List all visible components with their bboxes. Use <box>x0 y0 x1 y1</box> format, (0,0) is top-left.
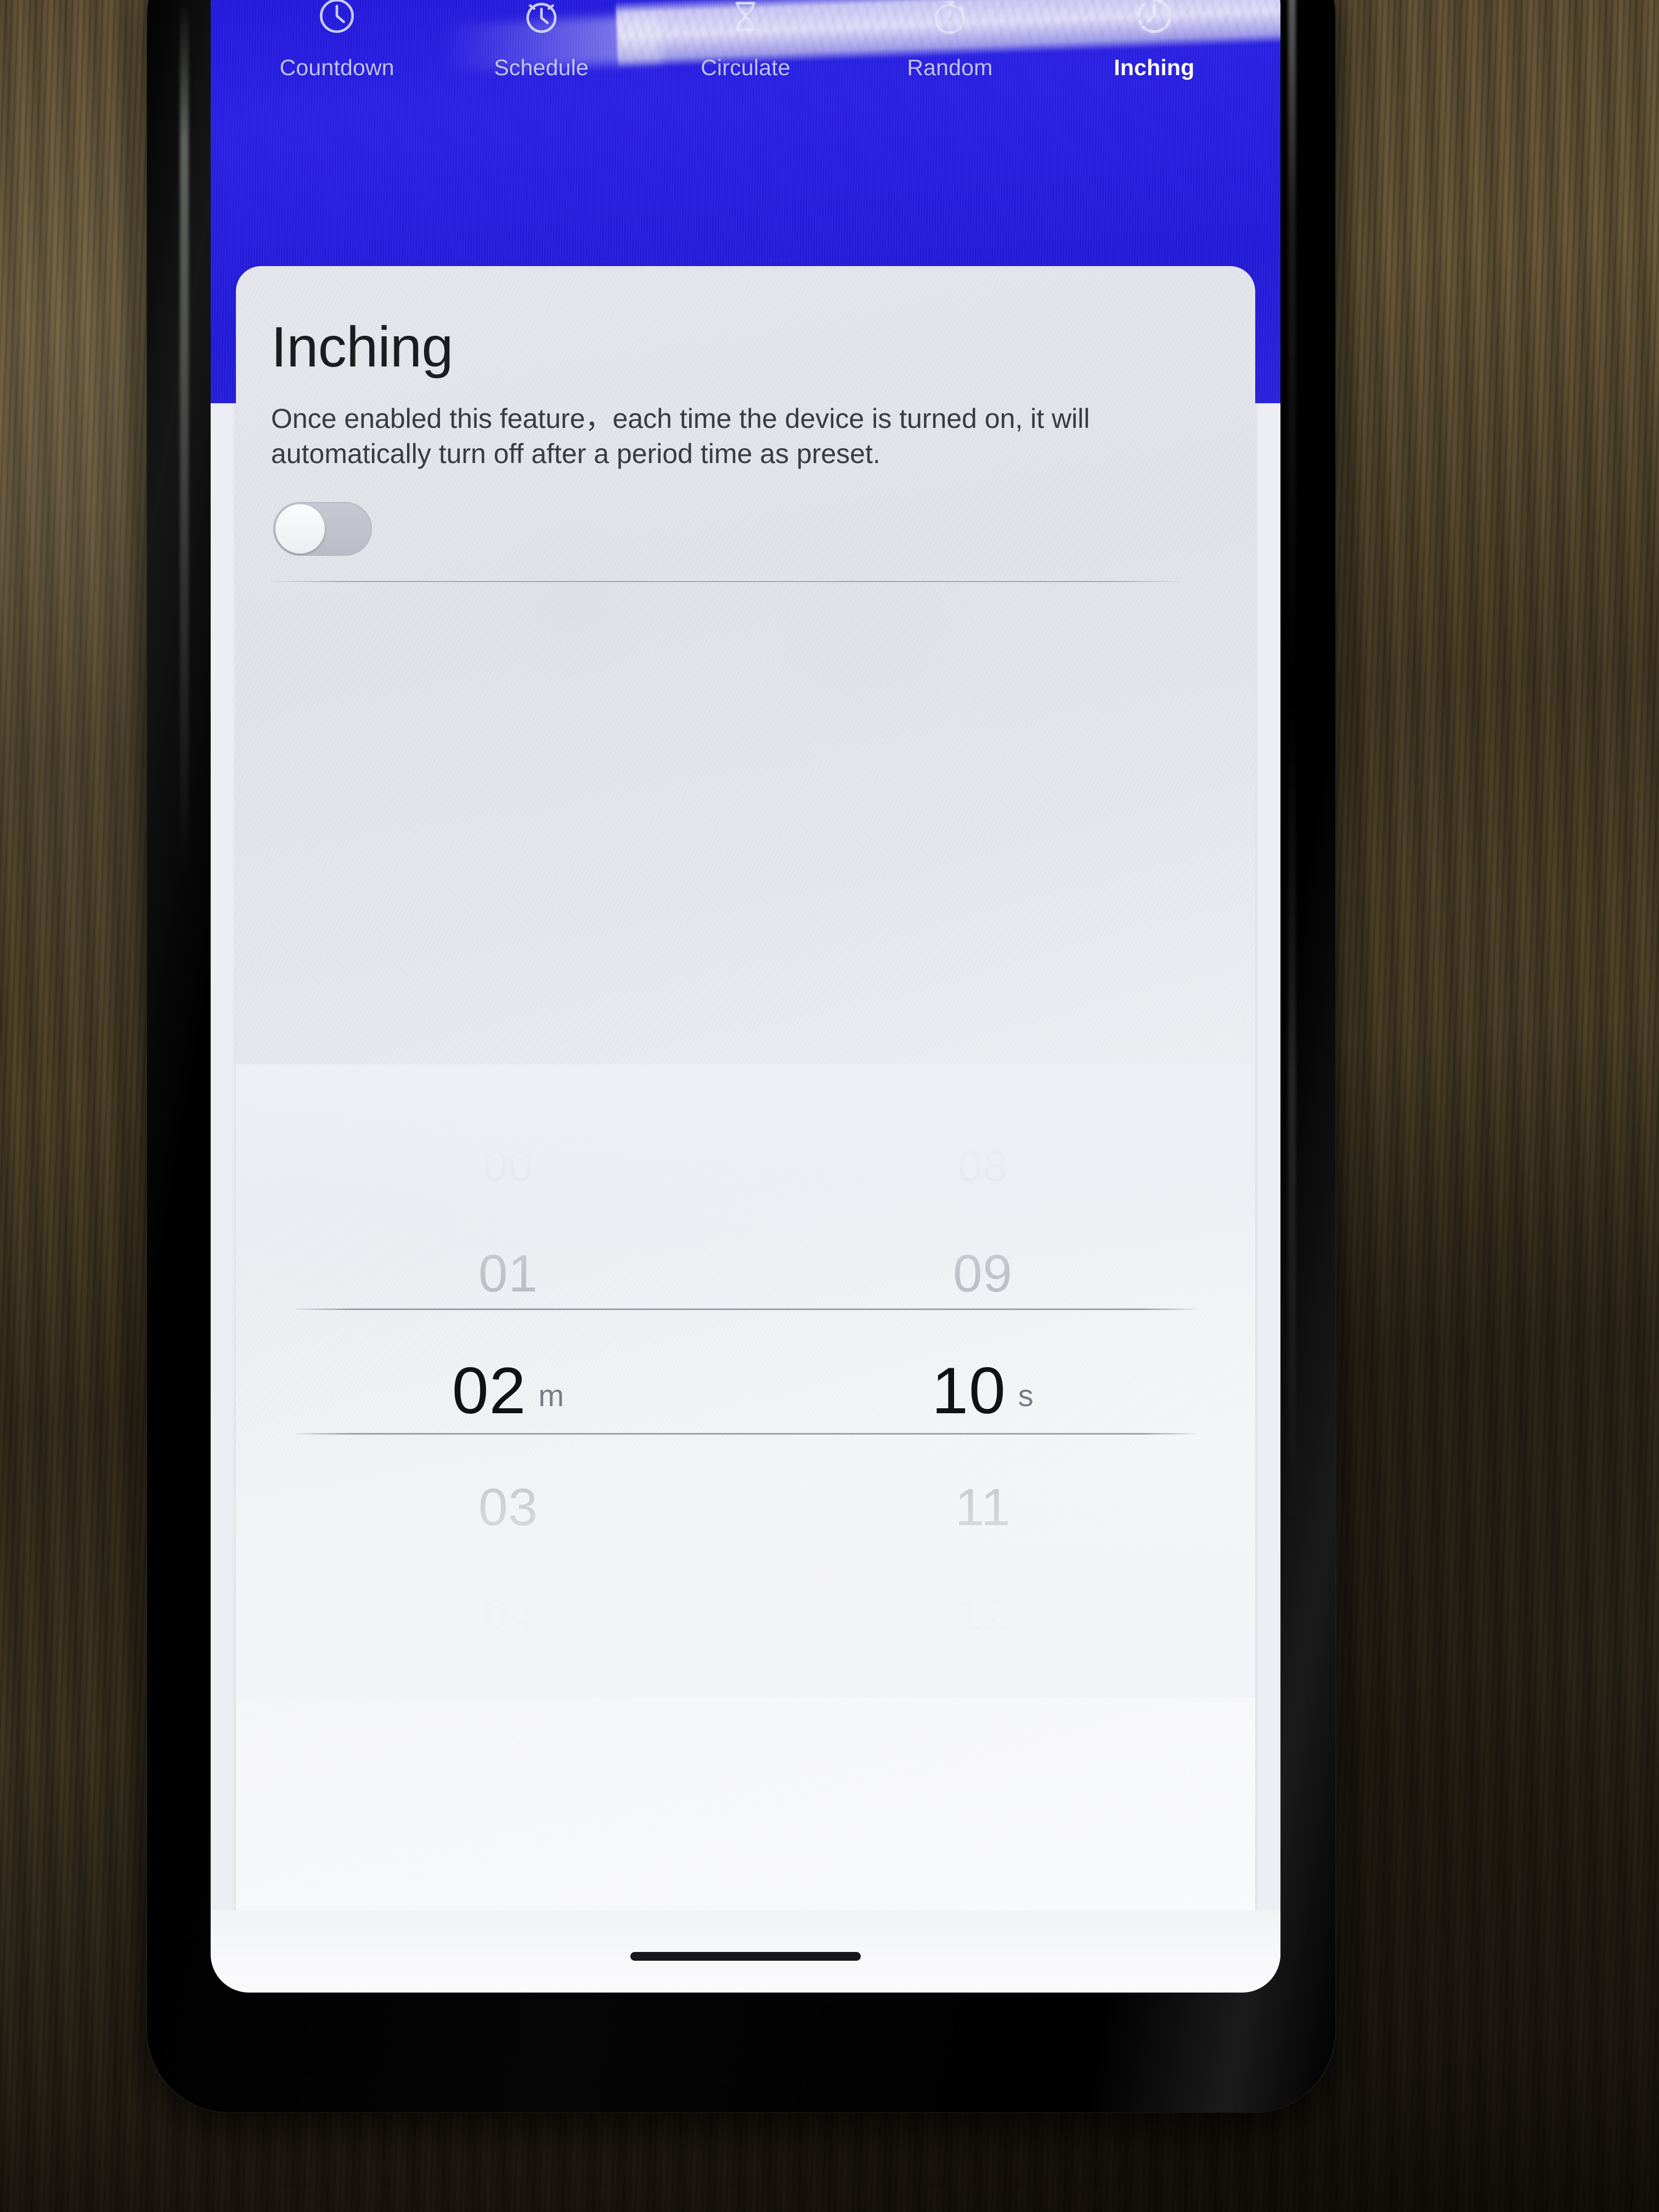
minutes-unit-label: m <box>538 1378 565 1413</box>
feature-description: Once enabled this feature，each time the … <box>271 403 1090 469</box>
tab-inching[interactable]: Inching <box>1052 0 1256 81</box>
wheel-option[interactable]: 08 <box>746 1113 1220 1220</box>
section-divider <box>271 581 1182 582</box>
inching-settings-card: Inching Once enabled this feature，each t… <box>236 266 1255 1934</box>
seconds-wheel[interactable]: 08 09 10 s 11 12 <box>746 1067 1220 1714</box>
wheel-option[interactable]: 12 <box>746 1561 1220 1669</box>
mode-tab-bar: Countdown Schedule Circulate Random Inch… <box>211 0 1280 81</box>
seconds-selected-value[interactable]: 10 s <box>746 1328 1220 1454</box>
phone-screen: Countdown Schedule Circulate Random Inch… <box>211 0 1280 1993</box>
wheel-option[interactable]: 01 <box>271 1220 746 1328</box>
inching-clock-icon <box>1131 0 1178 40</box>
clock-icon <box>313 0 360 40</box>
tab-countdown[interactable]: Countdown <box>235 0 439 81</box>
inching-enable-toggle[interactable] <box>273 502 372 556</box>
wheel-option[interactable]: 03 <box>271 1454 746 1561</box>
minutes-value: 02 <box>452 1354 527 1427</box>
alarm-clock-icon <box>518 0 565 40</box>
toggle-row <box>271 502 1220 556</box>
tab-circulate-label: Circulate <box>701 55 791 80</box>
toggle-knob <box>275 504 325 554</box>
wheel-option[interactable]: 11 <box>746 1454 1220 1561</box>
tab-random[interactable]: Random <box>848 0 1052 81</box>
seconds-unit-label: s <box>1018 1378 1034 1413</box>
tab-circulate[interactable]: Circulate <box>644 0 848 81</box>
minutes-selected-value[interactable]: 02 m <box>271 1328 746 1454</box>
stopwatch-icon <box>926 0 973 40</box>
tab-schedule[interactable]: Schedule <box>439 0 643 81</box>
tab-schedule-label: Schedule <box>494 55 589 80</box>
hourglass-icon <box>722 0 769 40</box>
page-title: Inching <box>271 315 453 379</box>
duration-time-picker[interactable]: 00 01 02 m 03 04 08 09 10 s 11 12 <box>271 1067 1220 1714</box>
home-gesture-bar[interactable] <box>630 1952 861 1961</box>
wheel-option[interactable]: 04 <box>271 1561 746 1669</box>
seconds-value: 10 <box>932 1354 1006 1427</box>
gesture-nav-area <box>211 1910 1280 1993</box>
wheel-option[interactable]: 00 <box>271 1113 746 1220</box>
tab-countdown-label: Countdown <box>279 55 394 80</box>
tab-inching-label: Inching <box>1114 55 1195 80</box>
tab-random-label: Random <box>907 55 993 80</box>
minutes-wheel[interactable]: 00 01 02 m 03 04 <box>271 1067 746 1714</box>
wheel-option[interactable]: 09 <box>746 1220 1220 1328</box>
